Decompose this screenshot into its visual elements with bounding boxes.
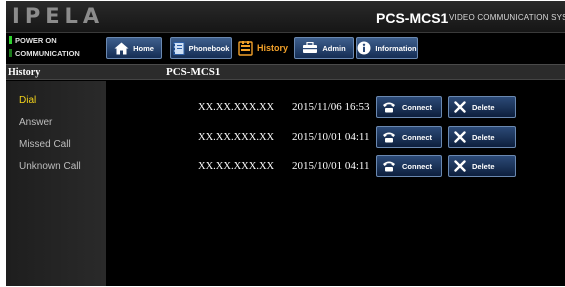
admin-icon <box>302 42 318 54</box>
brand-bar: IPELA PCS-MCS1 VIDEO COMMUNICATION SYSTE… <box>6 1 565 33</box>
phonebook-button[interactable]: Phonebook <box>170 37 232 59</box>
information-button[interactable]: Information <box>356 37 418 59</box>
model-name: PCS-MCS1 <box>376 10 449 26</box>
home-button-label: Home <box>133 43 154 53</box>
delete-button[interactable]: Delete <box>448 96 516 118</box>
delete-button-label: Delete <box>472 132 495 142</box>
history-icon <box>238 40 253 56</box>
history-row: XX.XX.XXX.XX 2015/10/01 04:11 Connect De… <box>106 125 565 149</box>
history-row: XX.XX.XXX.XX 2015/10/01 04:11 Connect De… <box>106 154 565 178</box>
history-row: XX.XX.XXX.XX 2015/11/06 16:53 Connect De… <box>106 95 565 119</box>
phone-icon <box>382 101 396 113</box>
x-icon <box>454 101 466 113</box>
power-led-icon <box>9 36 12 44</box>
connect-button-label: Connect <box>402 132 432 142</box>
device-name: PCS-MCS1 <box>166 66 221 78</box>
ipela-logo: IPELA <box>12 4 105 28</box>
information-icon <box>357 41 371 55</box>
home-icon <box>114 42 129 55</box>
row-address: XX.XX.XXX.XX <box>198 161 275 172</box>
sidebar-item-unknown-call[interactable]: Unknown Call <box>19 161 81 173</box>
app-window: IPELA PCS-MCS1 VIDEO COMMUNICATION SYSTE… <box>6 1 565 286</box>
delete-button[interactable]: Delete <box>448 155 516 177</box>
product-subtitle: VIDEO COMMUNICATION SYSTEM <box>449 13 565 22</box>
admin-button[interactable]: Admin <box>294 37 354 59</box>
communication-status-label: COMMUNICATION <box>15 49 80 58</box>
power-status-label: POWER ON <box>15 36 57 45</box>
phonebook-button-label: Phonebook <box>188 43 230 53</box>
page-title: History <box>8 67 41 78</box>
row-address: XX.XX.XXX.XX <box>198 132 275 143</box>
communication-status: COMMUNICATION <box>9 49 80 58</box>
sidebar-item-answer[interactable]: Answer <box>19 117 52 129</box>
phonebook-icon <box>172 41 185 55</box>
communication-led-icon <box>9 49 12 57</box>
x-icon <box>454 160 466 172</box>
history-tab-label: History <box>256 43 288 53</box>
connect-button[interactable]: Connect <box>376 96 442 118</box>
sidebar-item-dial[interactable]: Dial <box>19 95 36 107</box>
admin-button-label: Admin <box>322 43 346 53</box>
delete-button[interactable]: Delete <box>448 126 516 148</box>
row-datetime: 2015/11/06 16:53 <box>292 101 370 113</box>
sidebar: Dial Answer Missed Call Unknown Call <box>6 81 106 286</box>
connect-button[interactable]: Connect <box>376 155 442 177</box>
history-tab[interactable]: History <box>233 37 293 59</box>
sidebar-item-missed-call[interactable]: Missed Call <box>19 139 71 151</box>
x-icon <box>454 131 466 143</box>
information-button-label: Information <box>375 43 417 53</box>
section-header: History PCS-MCS1 <box>6 64 565 80</box>
row-datetime: 2015/10/01 04:11 <box>292 160 370 172</box>
row-datetime: 2015/10/01 04:11 <box>292 131 370 143</box>
connect-button-label: Connect <box>402 102 432 112</box>
phone-icon <box>382 131 396 143</box>
connect-button[interactable]: Connect <box>376 126 442 148</box>
home-button[interactable]: Home <box>106 37 162 59</box>
phone-icon <box>382 160 396 172</box>
delete-button-label: Delete <box>472 102 495 112</box>
row-address: XX.XX.XXX.XX <box>198 102 275 113</box>
power-status: POWER ON <box>9 36 57 45</box>
delete-button-label: Delete <box>472 161 495 171</box>
connect-button-label: Connect <box>402 161 432 171</box>
